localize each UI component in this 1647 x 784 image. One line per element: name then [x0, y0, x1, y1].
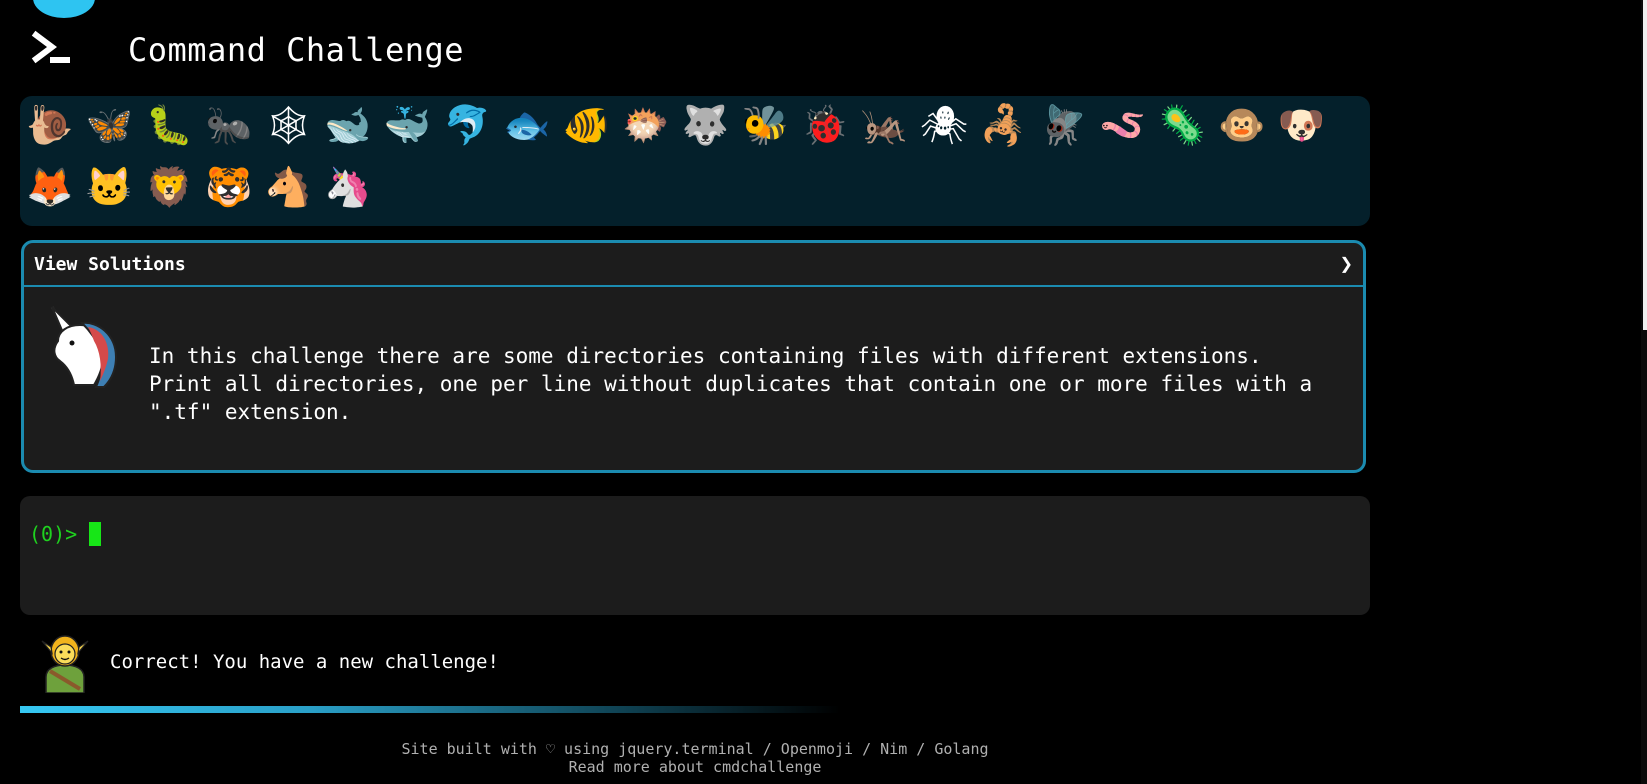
status-message: Correct! You have a new challenge!	[40, 631, 499, 694]
footer-prefix: Site built with ♡ using	[401, 740, 619, 758]
microbe-icon: 🦠	[1158, 103, 1207, 147]
badge-fly-icon[interactable]: 🪰	[1039, 101, 1087, 149]
tropical-fish-icon: 🐠	[562, 103, 611, 147]
cricket-icon: 🦗	[860, 103, 909, 147]
badge-fox-icon[interactable]: 🦊	[26, 163, 74, 211]
monkey-icon: 🐵	[1218, 103, 1266, 147]
badge-butterfly-icon[interactable]: 🦋	[86, 101, 134, 149]
footer-sep: /	[907, 740, 935, 758]
link-jquery-terminal[interactable]: jquery.terminal	[618, 740, 753, 758]
fox-icon: 🦊	[26, 165, 74, 209]
badge-spider-web-icon[interactable]: 🕸	[264, 101, 312, 149]
progress-bar	[20, 706, 840, 713]
footer-sep: /	[853, 740, 881, 758]
horse-icon: 🐴	[264, 165, 313, 209]
lady-beetle-icon: 🐞	[801, 103, 849, 147]
solutions-header[interactable]: View Solutions ❯	[24, 243, 1363, 287]
link-nim[interactable]: Nim	[880, 740, 907, 758]
badge-dog-icon[interactable]: 🐶	[1278, 101, 1326, 149]
badge-lady-beetle-icon[interactable]: 🐞	[801, 101, 849, 149]
link-read-more[interactable]: Read more about cmdchallenge	[569, 758, 822, 776]
badge-spouting-whale-icon[interactable]: 🐳	[384, 101, 432, 149]
badge-whale-icon[interactable]: 🐋	[324, 101, 372, 149]
unicorn-icon	[38, 301, 128, 391]
terminal-prompt[interactable]: (0)>	[29, 522, 102, 546]
chevron-right-icon[interactable]: ❯	[1340, 252, 1353, 277]
badge-tropical-fish-icon[interactable]: 🐠	[562, 101, 610, 149]
worm-icon: 🪱	[1099, 103, 1147, 147]
scrollbar-thumb[interactable]	[1643, 0, 1647, 330]
snail-icon: 🐌	[26, 103, 74, 147]
badge-unicorn-icon[interactable]: 🦄	[324, 163, 372, 211]
terminal-cursor	[89, 522, 102, 546]
ant-icon: 🐜	[205, 103, 253, 147]
badge-monkey-icon[interactable]: 🐵	[1218, 101, 1266, 149]
tiger-icon: 🐯	[205, 165, 253, 209]
badge-caterpillar-icon[interactable]: 🐛	[145, 101, 193, 149]
whale-icon: 🐋	[324, 103, 372, 147]
badge-cricket-icon[interactable]: 🦗	[860, 101, 908, 149]
fly-icon: 🪰	[1039, 103, 1087, 147]
prompt-label: (0)>	[29, 522, 78, 546]
elf-icon	[40, 631, 90, 694]
badge-bar: 🐌 🦋 🐛 🐜 🕸 🐋 🐳 🐬 🐟 🐠 🐡 🐺 🐝 🐞 🦗 🕷 🦂 🪰 🪱 🦠 🐵 🐶 🦊 🐱 🦁 🐯 🐴 🦄	[20, 96, 1370, 226]
spider-web-icon: 🕸	[264, 103, 313, 147]
unicorn-icon: 🦄	[324, 165, 372, 209]
link-golang[interactable]: Golang	[934, 740, 988, 758]
badge-lion-icon[interactable]: 🦁	[145, 163, 193, 211]
badge-scorpion-icon[interactable]: 🦂	[980, 101, 1028, 149]
spouting-whale-icon: 🐳	[383, 103, 432, 147]
spider-icon: 🕷	[919, 103, 969, 147]
caterpillar-icon: 🐛	[145, 103, 193, 147]
challenge-description: In this challenge there are some directo…	[149, 344, 1313, 424]
footer-line-1: Site built with ♡ using jquery.terminal …	[0, 740, 1390, 758]
badge-horse-icon[interactable]: 🐴	[264, 163, 312, 211]
terminal-prompt-icon[interactable]	[30, 27, 76, 73]
badge-cat-icon[interactable]: 🐱	[86, 163, 134, 211]
lion-icon: 🦁	[145, 165, 193, 209]
scrollbar[interactable]	[1641, 0, 1647, 784]
badge-spider-icon[interactable]: 🕷	[920, 101, 968, 149]
page: Command Challenge 🐌 🦋 🐛 🐜 🕸 🐋 🐳 🐬 🐟 🐠 🐡 🐺 🐝 🐞 🦗 🕷 🦂 🪰 🪱 🦠 🐵 🐶…	[0, 0, 1647, 784]
link-openmoji[interactable]: Openmoji	[781, 740, 853, 758]
wolf-icon: 🐺	[681, 103, 730, 147]
dolphin-icon: 🐬	[443, 103, 491, 147]
page-title: Command Challenge	[128, 31, 465, 69]
footer-line-2: Read more about cmdchallenge	[0, 758, 1390, 776]
footer-sep: /	[753, 740, 781, 758]
header: Command Challenge	[30, 22, 464, 78]
badge-bee-icon[interactable]: 🐝	[741, 101, 789, 149]
terminal[interactable]: (0)>	[20, 496, 1370, 615]
bee-icon: 🐝	[741, 103, 789, 147]
blowfish-icon: 🐡	[622, 103, 670, 147]
solutions-title[interactable]: View Solutions	[34, 254, 186, 275]
scorpion-icon: 🦂	[979, 103, 1028, 147]
cat-icon: 🐱	[85, 165, 134, 209]
badge-dolphin-icon[interactable]: 🐬	[443, 101, 491, 149]
dog-icon: 🐶	[1277, 103, 1326, 147]
top-decoration	[33, 0, 95, 18]
footer: Site built with ♡ using jquery.terminal …	[0, 740, 1390, 776]
badge-snail-icon[interactable]: 🐌	[26, 101, 74, 149]
badge-microbe-icon[interactable]: 🦠	[1158, 101, 1206, 149]
badge-tiger-icon[interactable]: 🐯	[205, 163, 253, 211]
badge-wolf-icon[interactable]: 🐺	[682, 101, 730, 149]
butterfly-icon: 🦋	[85, 103, 134, 147]
badge-ant-icon[interactable]: 🐜	[205, 101, 253, 149]
status-text: Correct! You have a new challenge!	[110, 651, 499, 673]
badge-fish-icon[interactable]: 🐟	[503, 101, 551, 149]
fish-icon: 🐟	[503, 103, 551, 147]
badge-worm-icon[interactable]: 🪱	[1099, 101, 1147, 149]
badge-blowfish-icon[interactable]: 🐡	[622, 101, 670, 149]
solutions-panel: View Solutions ❯ In this challenge there…	[21, 240, 1366, 473]
challenge-body: In this challenge there are some directo…	[24, 287, 1363, 472]
